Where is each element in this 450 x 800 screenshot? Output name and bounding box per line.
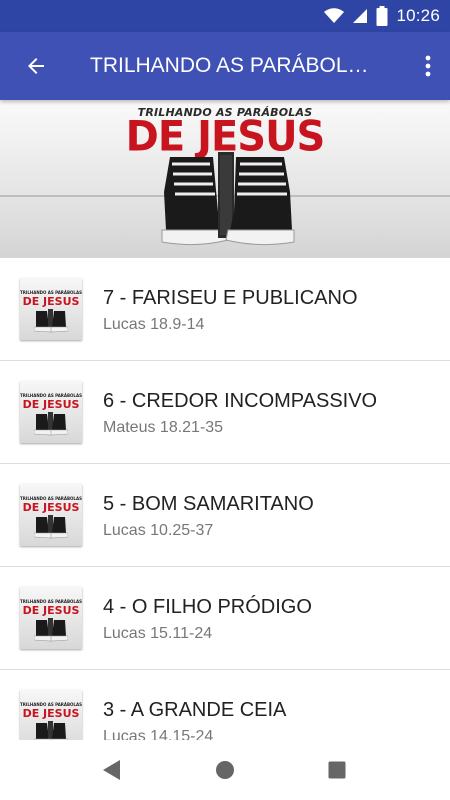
battery-icon xyxy=(376,6,388,26)
episode-title: 5 - BOM SAMARITANO xyxy=(103,493,314,515)
episode-reference: Lucas 18.9-14 xyxy=(103,316,205,333)
thumbnail-title: DE JESUS xyxy=(22,398,80,411)
wifi-icon xyxy=(324,8,345,23)
list-item[interactable]: TRILHANDO AS PARÁBOLAS DE JESUS 4 - O FI… xyxy=(0,567,450,670)
thumbnail-title: DE JESUS xyxy=(22,604,80,617)
recents-square-icon xyxy=(328,761,346,779)
list-item[interactable]: TRILHANDO AS PARÁBOLAS DE JESUS 5 - BOM … xyxy=(0,464,450,567)
thumbnail-title: DE JESUS xyxy=(22,295,80,308)
app-bar: TRILHANDO AS PARÁBOLAS DE JESUS xyxy=(0,32,450,100)
overflow-menu-button[interactable] xyxy=(416,42,440,90)
episode-thumbnail: TRILHANDO AS PARÁBOLAS DE JESUS xyxy=(20,278,82,340)
thumbnail-sneakers xyxy=(34,309,68,333)
nav-recents-button[interactable] xyxy=(322,755,352,785)
list-item[interactable]: TRILHANDO AS PARÁBOLAS DE JESUS 6 - CRED… xyxy=(0,361,450,464)
nav-back-button[interactable] xyxy=(97,755,127,785)
list-item[interactable]: TRILHANDO AS PARÁBOLAS DE JESUS 7 - FARI… xyxy=(0,258,450,361)
signal-icon xyxy=(353,9,368,23)
thumbnail-sneakers xyxy=(34,412,68,436)
thumbnail-title: DE JESUS xyxy=(22,707,80,720)
status-time: 10:26 xyxy=(396,6,440,25)
episode-title: 7 - FARISEU E PUBLICANO xyxy=(103,287,358,309)
episode-thumbnail: TRILHANDO AS PARÁBOLAS DE JESUS xyxy=(20,484,82,546)
sneakers-bible-illustration xyxy=(161,152,295,246)
status-icons: 10:26 xyxy=(324,0,440,32)
episode-title: 6 - CREDOR INCOMPASSIVO xyxy=(103,390,378,412)
episode-reference: Lucas 15.11-24 xyxy=(103,625,213,642)
status-bar: 10:26 xyxy=(0,0,450,32)
episode-thumbnail: TRILHANDO AS PARÁBOLAS DE JESUS xyxy=(20,690,82,740)
system-nav-bar xyxy=(0,740,450,800)
more-vert-icon xyxy=(425,55,431,77)
nav-home-button[interactable] xyxy=(210,755,240,785)
list-item[interactable]: TRILHANDO AS PARÁBOLAS DE JESUS 3 - A GR… xyxy=(0,670,450,740)
thumbnail-title: DE JESUS xyxy=(22,501,80,514)
episode-reference: Lucas 10.25-37 xyxy=(103,522,214,539)
thumbnail-sneakers xyxy=(34,618,68,642)
back-triangle-icon xyxy=(103,760,120,780)
episode-reference: Mateus 18.21-35 xyxy=(103,419,224,436)
back-button[interactable] xyxy=(14,42,58,90)
episode-title: 3 - A GRANDE CEIA xyxy=(103,699,287,721)
episode-reference: Lucas 14.15-24 xyxy=(103,728,214,740)
app-title: TRILHANDO AS PARÁBOLAS DE JESUS xyxy=(90,54,380,77)
home-circle-icon xyxy=(216,761,234,779)
header-banner: TRILHANDO AS PARÁBOLAS DE JESUS xyxy=(0,100,450,258)
episode-list: TRILHANDO AS PARÁBOLAS DE JESUS 7 - FARI… xyxy=(0,258,450,740)
episode-thumbnail: TRILHANDO AS PARÁBOLAS DE JESUS xyxy=(20,381,82,443)
thumbnail-sneakers xyxy=(34,515,68,539)
episode-thumbnail: TRILHANDO AS PARÁBOLAS DE JESUS xyxy=(20,587,82,649)
thumbnail-sneakers xyxy=(34,721,68,740)
episode-title: 4 - O FILHO PRÓDIGO xyxy=(103,596,312,618)
arrow-left-icon xyxy=(28,58,44,74)
